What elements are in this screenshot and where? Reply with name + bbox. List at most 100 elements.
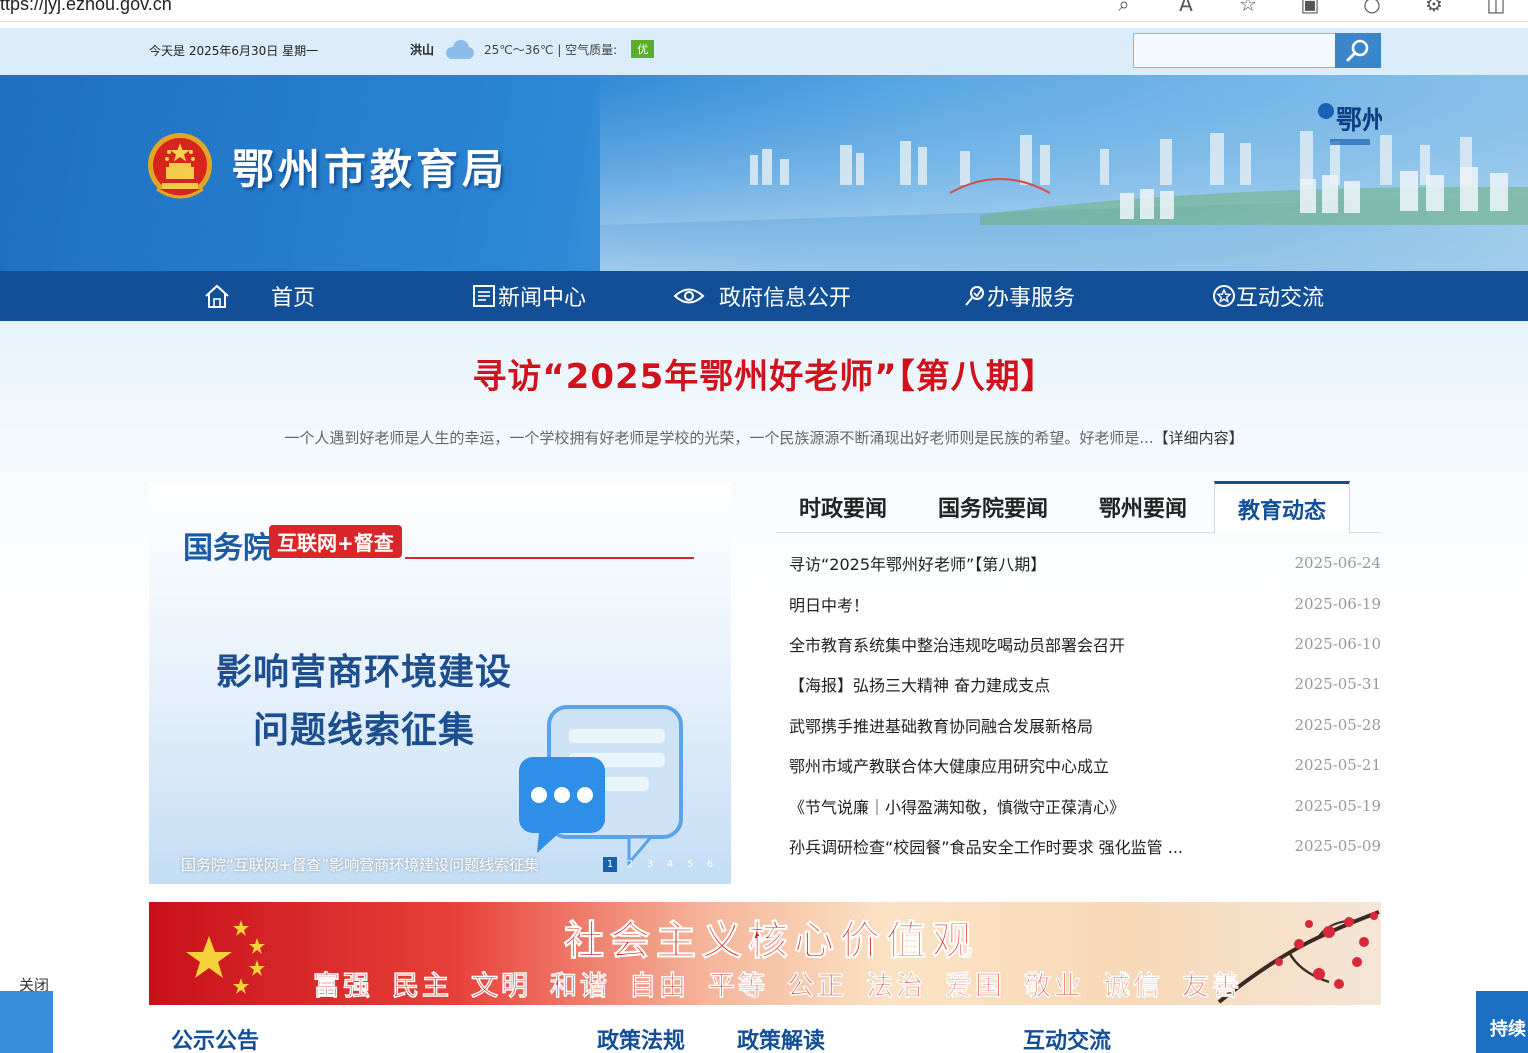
- pager-dot[interactable]: 4: [663, 857, 677, 872]
- news-date: 2025-05-31: [1294, 675, 1381, 694]
- core-values-banner[interactable]: 社会主义核心价值观 富强 民主 文明 和谐 自由 平等 公正 法治 爱国 敬业 …: [149, 902, 1381, 1005]
- browser-address-bar: ttps://jyj.ezhou.gov.cn ⌕ A ☆ ▣ ○ ⚙ ◫: [0, 0, 1528, 22]
- news-date: 2025-05-21: [1294, 756, 1381, 775]
- feature-headline[interactable]: 寻访“2025年鄂州好老师”【第八期】: [0, 349, 1528, 398]
- news-item[interactable]: 孙兵调研检查“校园餐”食品安全工作时要求 强化监管 ... 2025-05-09: [789, 826, 1381, 866]
- favorite-star-icon[interactable]: ☆: [1236, 0, 1260, 16]
- pager-dot[interactable]: 2: [623, 857, 637, 872]
- search-icon: [1346, 39, 1369, 61]
- home-icon: [205, 284, 229, 308]
- weather-widget: 洪山 25℃～36℃ | 空气质量: 优: [410, 39, 655, 59]
- slide-org: 国务院: [183, 531, 273, 566]
- feature-summary-text: 一个人遇到好老师是人生的幸运，一个学校拥有好老师是学校的光荣，一个民族源源不断涌…: [284, 429, 1154, 447]
- pager-dot[interactable]: 1: [603, 857, 617, 872]
- value-word: 自由: [629, 971, 689, 1003]
- value-word: 民主: [392, 971, 452, 1003]
- value-word: 富强: [313, 971, 373, 1003]
- weather-city: 洪山: [410, 42, 435, 57]
- values-title: 社会主义核心价值观: [564, 917, 978, 965]
- value-word: 平等: [708, 971, 768, 1003]
- news-date: 2025-06-10: [1294, 634, 1381, 653]
- value-word: 友善: [1182, 971, 1242, 1003]
- extension-icon[interactable]: ▣: [1298, 0, 1322, 16]
- left-float-banner[interactable]: [0, 991, 53, 1053]
- settings-icon[interactable]: ⚙: [1422, 0, 1446, 16]
- nav-label-services: 办事服务: [987, 286, 1076, 311]
- news-tabs: 时政要闻 国务院要闻 鄂州要闻 教育动态: [776, 481, 1381, 534]
- heading-announcements[interactable]: 公示公告: [171, 1023, 259, 1053]
- nav-label-interaction: 互动交流: [1236, 286, 1325, 311]
- heading-policies[interactable]: 政策法规: [597, 1023, 685, 1053]
- read-aloud-icon[interactable]: A: [1174, 0, 1198, 16]
- tab-current-affairs[interactable]: 时政要闻: [776, 481, 910, 533]
- bottom-section-headings: 公示公告 政策法规 政策解读 互动交流: [0, 1023, 1528, 1053]
- site-title[interactable]: 鄂州市教育局: [232, 136, 508, 197]
- browser-url[interactable]: ttps://jyj.ezhou.gov.cn: [0, 0, 172, 15]
- value-word: 公正: [787, 971, 847, 1003]
- nav-item-home[interactable]: 首页: [203, 271, 315, 321]
- city-skyline-image: [600, 75, 1528, 271]
- pager-dot[interactable]: 6: [703, 857, 717, 872]
- air-quality-badge: 优: [631, 40, 655, 58]
- news-date: 2025-05-09: [1294, 836, 1381, 855]
- news-item[interactable]: 明日中考！ 2025-06-19: [789, 583, 1381, 623]
- newspaper-icon: [473, 285, 495, 307]
- svg-text:鄂州: 鄂州: [1336, 106, 1382, 136]
- value-word: 诚信: [1103, 971, 1163, 1003]
- news-title: 全市教育系统集中整治违规吃喝动员部署会召开: [789, 635, 1126, 655]
- news-title: 《节气说廉｜小得盈满知敬，慎微守正葆清心》: [789, 797, 1126, 817]
- pager-dot[interactable]: 3: [643, 857, 657, 872]
- eye-icon: [673, 288, 705, 304]
- value-word: 敬业: [1024, 971, 1084, 1003]
- news-item[interactable]: 武鄂携手推进基础教育协同融合发展新格局 2025-05-28: [789, 705, 1381, 745]
- nav-item-news-center[interactable]: 新闻中心: [472, 271, 586, 321]
- detail-link[interactable]: 【详细内容】: [1154, 429, 1244, 447]
- news-item[interactable]: 鄂州市域产教联合体大健康应用研究中心成立 2025-05-21: [789, 745, 1381, 785]
- slide-pager: 1 2 3 4 5 6: [603, 857, 717, 872]
- tab-ezhou-news[interactable]: 鄂州要闻: [1076, 481, 1210, 533]
- site-banner: 鄂州市教育局 鄂州: [0, 75, 1528, 271]
- news-title: 寻访“2025年鄂州好老师”【第八期】: [789, 555, 1047, 575]
- heading-interaction[interactable]: 互动交流: [1023, 1023, 1111, 1053]
- star-circle-icon: [1213, 285, 1235, 307]
- news-date: 2025-05-28: [1294, 715, 1381, 734]
- slide-divider: [405, 557, 694, 559]
- nav-item-services[interactable]: 办事服务: [963, 271, 1075, 321]
- pager-dot[interactable]: 5: [683, 857, 697, 872]
- tab-education-news[interactable]: 教育动态: [1214, 481, 1350, 534]
- news-title: 孙兵调研检查“校园餐”食品安全工作时要求 强化监管 ...: [789, 837, 1184, 857]
- tab-state-council[interactable]: 国务院要闻: [916, 481, 1070, 533]
- news-date: 2025-06-19: [1294, 594, 1381, 613]
- news-item[interactable]: 《节气说廉｜小得盈满知敬，慎微守正葆清心》 2025-05-19: [789, 785, 1381, 825]
- slide-caption[interactable]: 国务院“互联网+督查”影响营商环境建设问题线索征集: [181, 854, 539, 875]
- news-title: 武鄂携手推进基础教育协同融合发展新格局: [789, 716, 1094, 736]
- news-list: 寻访“2025年鄂州好老师”【第八期】 2025-06-24 明日中考！ 202…: [789, 543, 1381, 866]
- news-item[interactable]: 【海报】弘扬三大精神 奋力建成支点 2025-05-31: [789, 664, 1381, 704]
- ezhou-logo-icon[interactable]: 鄂州: [1316, 97, 1382, 153]
- feature-summary: 一个人遇到好老师是人生的幸运，一个学校拥有好老师是学校的光荣，一个民族源源不断涌…: [0, 427, 1528, 448]
- values-words: 富强 民主 文明 和谐 自由 平等 公正 法治 爱国 敬业 诚信 友善: [313, 964, 1242, 1003]
- service-icon: [965, 286, 984, 306]
- flag-stars-icon: [186, 920, 265, 994]
- zoom-icon[interactable]: ⌕: [1112, 0, 1136, 16]
- value-word: 和谐: [550, 971, 610, 1003]
- heading-policy-interpretation[interactable]: 政策解读: [737, 1023, 825, 1053]
- news-item[interactable]: 全市教育系统集中整治违规吃喝动员部署会召开 2025-06-10: [789, 624, 1381, 664]
- top-info-bar: 今天是 2025年6月30日 星期一 洪山 25℃～36℃ | 空气质量: 优: [0, 28, 1528, 75]
- nav-item-interaction[interactable]: 互动交流: [1212, 271, 1324, 321]
- nav-label-news-center: 新闻中心: [498, 286, 587, 311]
- news-date: 2025-05-19: [1294, 796, 1381, 815]
- nav-item-gov-info[interactable]: 政府信息公开: [673, 271, 851, 321]
- news-item[interactable]: 寻访“2025年鄂州好老师”【第八期】 2025-06-24: [789, 543, 1381, 583]
- search-sidebar-icon[interactable]: ○: [1360, 0, 1384, 16]
- main-navigation: 首页 新闻中心 政府信息公开 办事服务 互动交流: [0, 271, 1528, 321]
- image-slider[interactable]: 国务院 互联网+督查 影响营商环境建设 问题线索征集 国务院“互联网+督查”影响…: [149, 481, 731, 884]
- search-button[interactable]: [1335, 33, 1381, 68]
- news-date: 2025-06-24: [1294, 554, 1381, 573]
- search-input[interactable]: [1133, 33, 1336, 68]
- slide-title-line1: 影响营商环境建设: [215, 652, 512, 693]
- split-screen-icon[interactable]: ◫: [1484, 0, 1508, 16]
- news-title: 明日中考！: [789, 595, 870, 615]
- main-content: 寻访“2025年鄂州好老师”【第八期】 一个人遇到好老师是人生的幸运，一个学校拥…: [0, 321, 1528, 1053]
- right-float-banner[interactable]: 持续: [1476, 991, 1528, 1053]
